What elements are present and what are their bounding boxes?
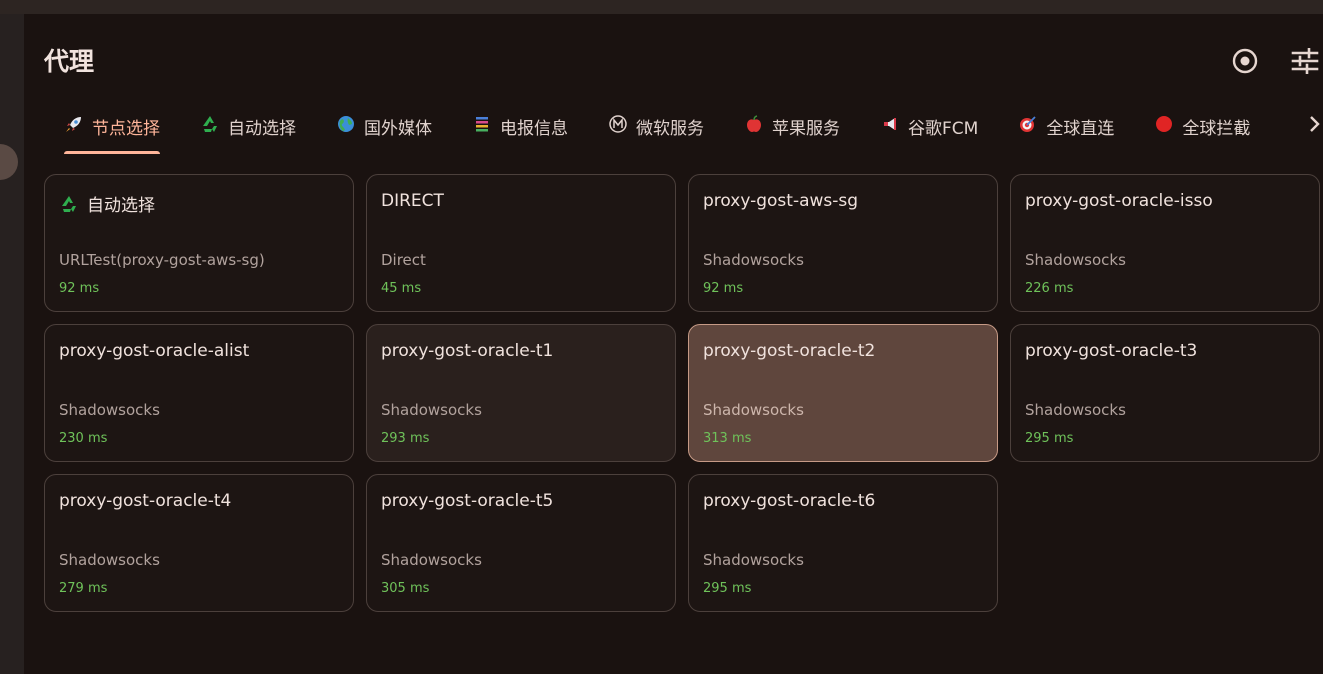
proxy-name: proxy-gost-oracle-t4 [59,491,232,511]
proxy-delay[interactable]: 295 ms [1025,431,1073,446]
proxy-type: Shadowsocks [59,551,160,569]
proxy-card[interactable]: proxy-gost-oracle-t3 Shadowsocks 295 ms [1010,324,1320,462]
proxy-name: 自动选择 [87,196,155,216]
proxy-type: Shadowsocks [59,401,160,419]
proxy-delay[interactable]: 293 ms [381,431,429,446]
recycle-icon [200,114,220,134]
proxy-name: proxy-gost-oracle-isso [1025,191,1213,211]
target-icon [1232,48,1258,74]
tab-node-select[interactable]: 节点选择 [48,102,176,154]
tabs-scroll-right-icon[interactable] [1307,114,1323,134]
tab-label: 全球直连 [1046,119,1115,139]
proxy-delay[interactable]: 226 ms [1025,281,1073,296]
recycle-icon [59,194,79,214]
tab-global-direct[interactable]: 全球直连 [1002,102,1130,154]
tab-apple[interactable]: 苹果服务 [728,102,856,154]
proxy-name: proxy-gost-aws-sg [703,191,859,211]
tab-global-block[interactable]: 全球拦截 [1138,102,1266,154]
proxy-type: Shadowsocks [1025,251,1126,269]
rocket-icon [64,114,84,134]
navigation-rail [0,14,24,674]
proxy-type: Shadowsocks [381,551,482,569]
proxy-type: Shadowsocks [1025,401,1126,419]
proxy-delay[interactable]: 295 ms [703,581,751,596]
proxy-card[interactable]: proxy-gost-oracle-t4 Shadowsocks 279 ms [44,474,354,612]
proxy-type: Direct [381,251,426,269]
target-dart-icon [1018,114,1038,134]
proxy-delay[interactable]: 92 ms [59,281,99,296]
tab-label: 电报信息 [500,119,568,139]
proxy-name: proxy-gost-oracle-alist [59,341,250,361]
tab-label: 节点选择 [92,119,160,139]
proxy-delay[interactable]: 45 ms [381,281,421,296]
proxy-name: proxy-gost-oracle-t6 [703,491,876,511]
proxy-card[interactable]: proxy-gost-oracle-t1 Shadowsocks 293 ms [366,324,676,462]
proxy-name: proxy-gost-oracle-t2 [703,341,876,361]
proxy-name: proxy-gost-oracle-t5 [381,491,554,511]
locate-button[interactable] [1230,46,1260,76]
proxy-card[interactable]: 自动选择 URLTest(proxy-gost-aws-sg) 92 ms [44,174,354,312]
tab-label: 全球拦截 [1182,119,1251,139]
tab-label: 自动选择 [228,119,296,139]
proxy-card[interactable]: proxy-gost-oracle-isso Shadowsocks 226 m… [1010,174,1320,312]
tab-label: 谷歌FCM [908,119,979,139]
proxy-card[interactable]: proxy-gost-aws-sg Shadowsocks 92 ms [688,174,998,312]
proxy-type: Shadowsocks [703,551,804,569]
circled-m-icon [608,114,628,134]
proxy-delay[interactable]: 305 ms [381,581,429,596]
tab-google-fcm[interactable]: 谷歌FCM [864,102,994,154]
tune-sliders-icon [1291,48,1319,74]
tab-microsoft[interactable]: 微软服务 [592,102,720,154]
proxy-delay[interactable]: 313 ms [703,431,751,446]
proxy-type: Shadowsocks [381,401,482,419]
telegram-icon [472,114,492,134]
proxy-type: Shadowsocks [703,251,804,269]
apple-icon [744,114,764,134]
proxy-name: DIRECT [381,191,444,211]
red-circle-icon [1154,114,1174,134]
proxy-name: proxy-gost-oracle-t3 [1025,341,1198,361]
megaphone-icon [880,114,900,134]
tab-foreign-media[interactable]: 国外媒体 [320,102,448,154]
page-title: 代理 [44,47,95,76]
proxy-page: 代理 节点选择 自动选择 国外媒体 电报信息 微软服务 苹果服务 谷歌FCM 全… [24,14,1323,674]
proxy-group-tabs: 节点选择 自动选择 国外媒体 电报信息 微软服务 苹果服务 谷歌FCM 全球直连… [48,102,1274,154]
proxy-delay[interactable]: 92 ms [703,281,743,296]
settings-button[interactable] [1290,46,1320,76]
proxy-type: Shadowsocks [703,401,804,419]
proxy-card[interactable]: proxy-gost-oracle-alist Shadowsocks 230 … [44,324,354,462]
proxy-delay[interactable]: 279 ms [59,581,107,596]
proxy-delay[interactable]: 230 ms [59,431,107,446]
proxy-card[interactable]: proxy-gost-oracle-t5 Shadowsocks 305 ms [366,474,676,612]
tab-label: 苹果服务 [772,119,840,139]
tab-auto-select[interactable]: 自动选择 [184,102,312,154]
window-top-bar [0,0,1323,14]
nav-rail-indicator[interactable] [0,144,18,180]
proxy-card[interactable]: proxy-gost-oracle-t6 Shadowsocks 295 ms [688,474,998,612]
tab-label: 国外媒体 [364,119,432,139]
proxy-grid: 自动选择 URLTest(proxy-gost-aws-sg) 92 ms DI… [44,174,1320,612]
tab-label: 微软服务 [636,119,704,139]
proxy-card-selected[interactable]: proxy-gost-oracle-t2 Shadowsocks 313 ms [688,324,998,462]
proxy-type: URLTest(proxy-gost-aws-sg) [59,251,265,269]
globe-icon [336,114,356,134]
proxy-card[interactable]: DIRECT Direct 45 ms [366,174,676,312]
tab-telegram[interactable]: 电报信息 [456,102,584,154]
proxy-name: proxy-gost-oracle-t1 [381,341,554,361]
